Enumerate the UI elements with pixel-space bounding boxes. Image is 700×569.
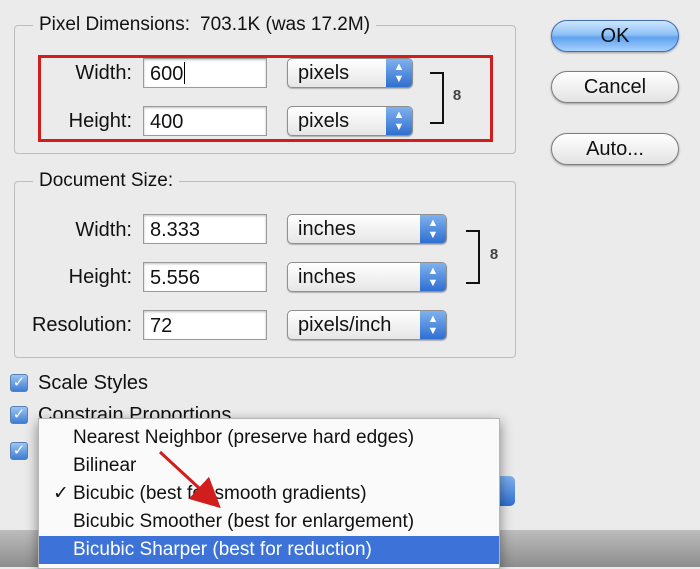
document-height-label: Height: xyxy=(68,266,132,288)
resample-method-menu: Nearest Neighbor (preserve hard edges) B… xyxy=(38,418,500,569)
document-width-input[interactable]: 8.333 xyxy=(143,214,267,244)
auto-button[interactable]: Auto... xyxy=(551,133,679,165)
resolution-unit-select[interactable]: pixels/inch ▲ ▼ xyxy=(287,310,447,340)
menu-item-label: Bicubic Sharper (best for reduction) xyxy=(73,539,372,560)
resample-image-checkbox[interactable]: ✓ xyxy=(10,442,28,460)
resolution-input[interactable]: 72 xyxy=(143,310,267,340)
constrain-link-icon: 8 xyxy=(489,246,499,263)
menu-item-label: Bicubic (best for smooth gradients) xyxy=(73,483,367,504)
document-size-title: Document Size: xyxy=(39,170,174,191)
resolution-unit-label: pixels/inch xyxy=(298,314,392,336)
menu-item-bicubic[interactable]: ✓ Bicubic (best for smooth gradients) xyxy=(39,480,499,508)
document-height-value: 5.556 xyxy=(150,267,201,289)
ok-button[interactable]: OK xyxy=(551,20,679,52)
stepper-arrows-icon: ▲ ▼ xyxy=(420,215,446,243)
stepper-arrows-icon: ▲ ▼ xyxy=(420,311,446,339)
document-height-unit-label: inches xyxy=(298,266,356,288)
menu-item-label: Bicubic Smoother (best for enlargement) xyxy=(73,511,415,532)
scale-styles-checkbox[interactable]: ✓ xyxy=(10,374,28,392)
red-highlight-box xyxy=(38,55,493,142)
menu-item-bicubic-smoother[interactable]: Bicubic Smoother (best for enlargement) xyxy=(39,508,499,536)
resolution-label: Resolution: xyxy=(31,314,132,336)
document-width-unit-label: inches xyxy=(298,218,356,240)
pixel-dimensions-title: Pixel Dimensions: 703.1K (was 17.2M) xyxy=(33,14,376,36)
constrain-proportions-checkbox[interactable]: ✓ xyxy=(10,406,28,424)
document-height-unit-select[interactable]: inches ▲ ▼ xyxy=(287,262,447,292)
checkmark-icon: ✓ xyxy=(53,483,69,504)
pixel-dimensions-label: Pixel Dimensions: xyxy=(39,14,190,35)
menu-item-bilinear[interactable]: Bilinear xyxy=(39,452,499,480)
document-width-value: 8.333 xyxy=(150,219,201,241)
cancel-button[interactable]: Cancel xyxy=(551,71,679,103)
pixel-dimensions-size: 703.1K (was 17.2M) xyxy=(200,14,371,35)
document-height-input[interactable]: 5.556 xyxy=(143,262,267,292)
document-link-bracket xyxy=(466,230,480,284)
scale-styles-label: Scale Styles xyxy=(38,372,149,394)
stepper-arrows-icon: ▲ ▼ xyxy=(420,263,446,291)
menu-item-label: Bilinear xyxy=(73,455,137,476)
document-width-label: Width: xyxy=(75,219,132,241)
menu-item-nearest-neighbor[interactable]: Nearest Neighbor (preserve hard edges) xyxy=(39,424,499,452)
menu-item-label: Nearest Neighbor (preserve hard edges) xyxy=(73,427,415,448)
document-width-unit-select[interactable]: inches ▲ ▼ xyxy=(287,214,447,244)
menu-item-bicubic-sharper[interactable]: Bicubic Sharper (best for reduction) xyxy=(39,536,499,564)
resolution-value: 72 xyxy=(150,315,173,337)
